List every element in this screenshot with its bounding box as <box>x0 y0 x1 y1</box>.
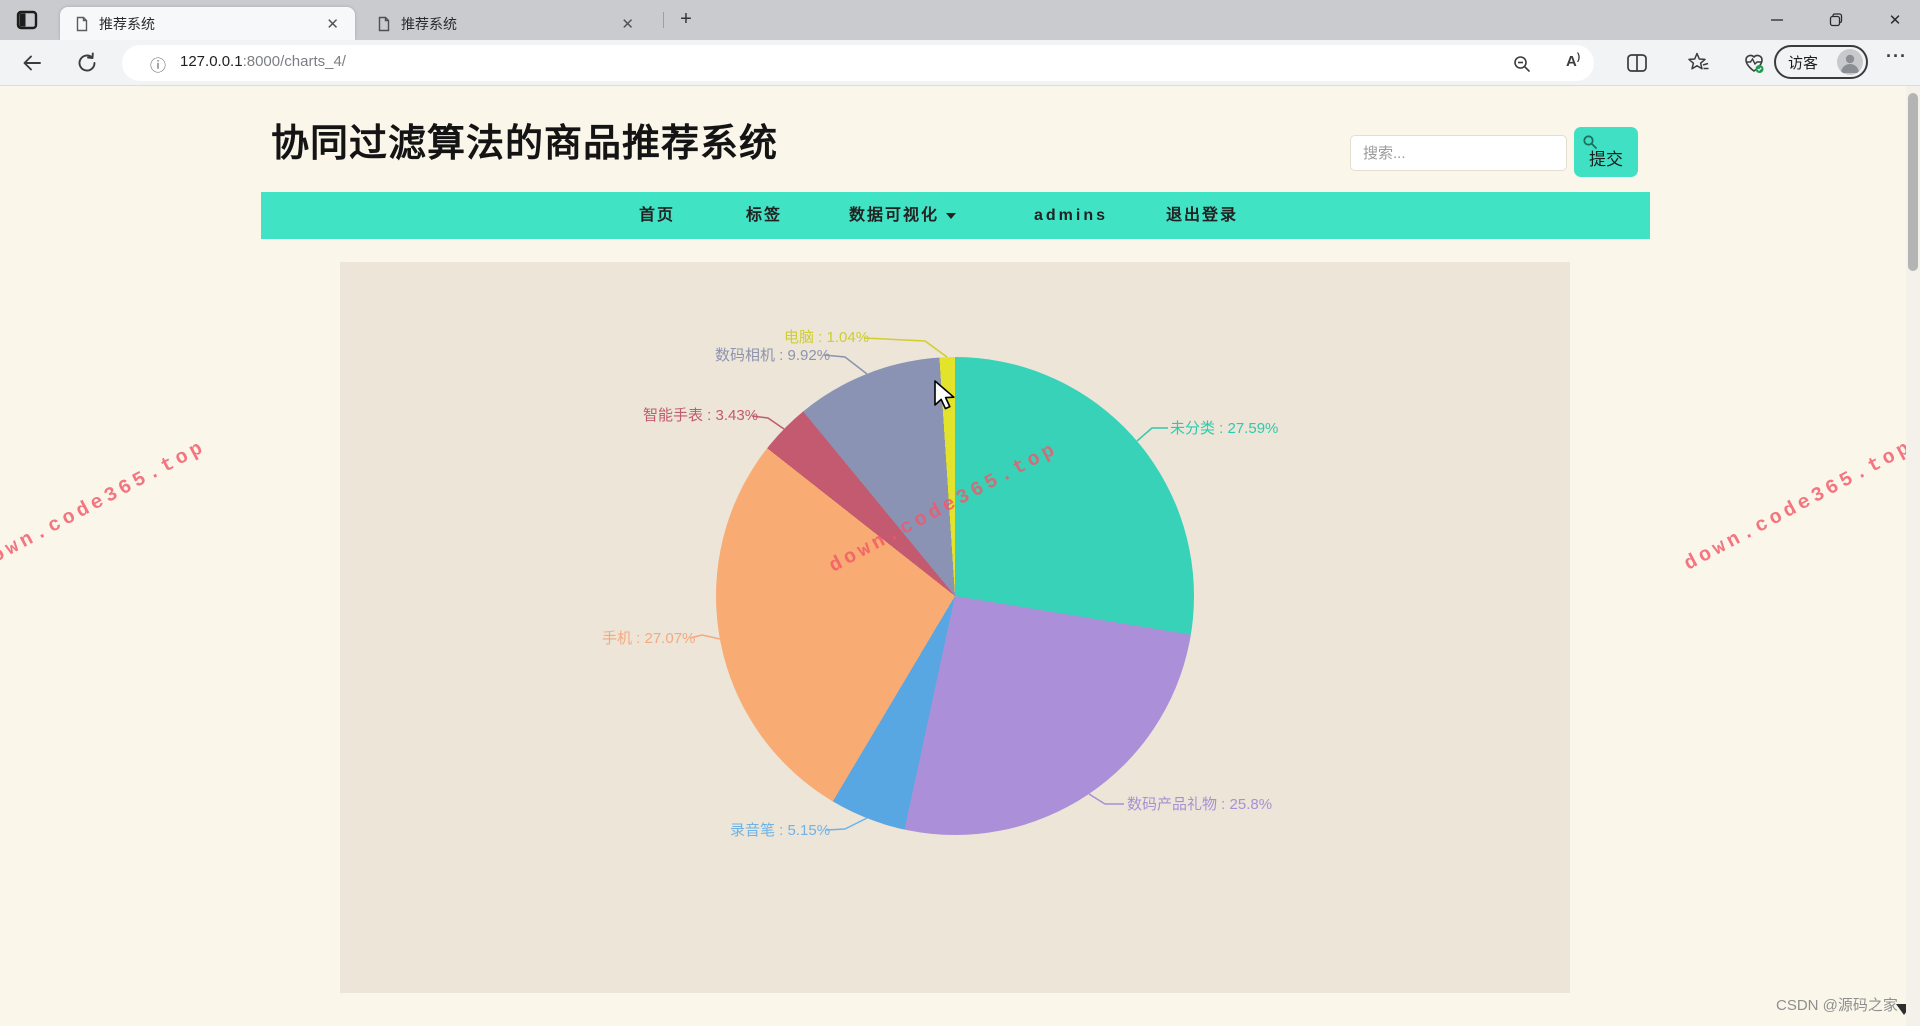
nav-item-home[interactable]: 首页 <box>639 192 675 239</box>
browser-titlebar: 推荐系统 ✕ 推荐系统 ✕ + ✕ <box>0 0 1920 40</box>
scrollbar-track[interactable] <box>1906 86 1920 1026</box>
tab-divider <box>663 12 664 28</box>
page-favicon-icon <box>74 16 90 32</box>
restore-icon <box>1829 13 1843 27</box>
tab-workspaces-icon[interactable] <box>16 9 38 31</box>
zoom-out-icon[interactable] <box>1512 54 1532 74</box>
nav-item-tags[interactable]: 标签 <box>746 192 782 239</box>
search-input[interactable] <box>1350 135 1567 171</box>
main-navbar: 首页 标签 数据可视化 admins 退出登录 <box>261 192 1650 239</box>
csdn-credit: CSDN @源码之家 <box>1776 994 1898 1015</box>
site-info-icon[interactable]: ⓘ <box>150 52 166 76</box>
window-minimize-button[interactable] <box>1754 0 1800 40</box>
read-aloud-icon[interactable]: A) <box>1566 52 1580 70</box>
pie-label-uncategorized: 未分类 : 27.59% <box>1170 417 1278 438</box>
favorites-star-icon[interactable] <box>1686 51 1710 75</box>
page-title: 协同过滤算法的商品推荐系统 <box>271 112 778 167</box>
tab-title: 推荐系统 <box>401 14 615 34</box>
nav-item-label: 数据可视化 <box>849 207 939 224</box>
browser-essentials-icon[interactable] <box>1742 51 1766 75</box>
profile-button[interactable]: 访客 <box>1774 45 1868 79</box>
watermark-right: down.code365.top <box>1681 436 1918 577</box>
url-host: 127.0.0.1 <box>180 53 243 70</box>
nav-item-admins[interactable]: admins <box>1034 192 1108 239</box>
pie-label-voice-recorder: 录音笔 : 5.15% <box>730 819 830 840</box>
minimize-icon <box>1770 13 1784 27</box>
webpage-content: 协同过滤算法的商品推荐系统 提交 首页 标签 数据可视化 admins 退出登录… <box>0 86 1920 1026</box>
scrollbar-thumb[interactable] <box>1908 93 1918 271</box>
search-icon <box>1582 134 1598 150</box>
refresh-icon[interactable] <box>76 52 98 74</box>
pie-label-phone: 手机 : 27.07% <box>602 627 695 648</box>
split-screen-icon[interactable] <box>1626 52 1648 74</box>
pie-label-computer: 电脑 : 1.04% <box>784 326 869 347</box>
tab-recommend-system-2[interactable]: 推荐系统 ✕ <box>362 7 650 40</box>
pie-label-digital-gifts: 数码产品礼物 : 25.8% <box>1127 793 1272 814</box>
screen: { "browser": { "tabs": [ { "title": "推荐系… <box>0 0 1920 1026</box>
tab-close-icon[interactable]: ✕ <box>615 15 640 33</box>
page-favicon-icon <box>376 16 392 32</box>
submit-label: 提交 <box>1589 150 1623 169</box>
address-bar[interactable]: ⓘ 127.0.0.1:8000/charts_4/ A) <box>122 45 1594 81</box>
pie-chart-container: 未分类 : 27.59% 数码产品礼物 : 25.8% 录音笔 : 5.15% … <box>340 262 1570 993</box>
nav-item-data-visualization[interactable]: 数据可视化 <box>849 192 956 239</box>
browser-toolbar: ⓘ 127.0.0.1:8000/charts_4/ A) 访客 ··· <box>0 40 1920 86</box>
watermark-left: down.code365.top <box>0 436 210 577</box>
mouse-cursor <box>933 380 959 410</box>
submit-button[interactable]: 提交 <box>1574 127 1638 177</box>
window-close-button[interactable]: ✕ <box>1872 0 1918 40</box>
tab-close-icon[interactable]: ✕ <box>320 15 345 33</box>
guest-label: 访客 <box>1788 52 1818 73</box>
tab-recommend-system-1[interactable]: 推荐系统 ✕ <box>60 7 355 40</box>
nav-item-logout[interactable]: 退出登录 <box>1166 192 1238 239</box>
pie-label-digital-camera: 数码相机 : 9.92% <box>715 344 830 365</box>
settings-menu-icon[interactable]: ··· <box>1886 46 1907 67</box>
window-restore-button[interactable] <box>1813 0 1859 40</box>
new-tab-button[interactable]: + <box>672 6 700 34</box>
tab-title: 推荐系统 <box>99 14 320 34</box>
back-icon[interactable] <box>20 51 44 75</box>
pie-label-smartwatch: 智能手表 : 3.43% <box>643 404 758 425</box>
chevron-down-icon <box>946 213 956 219</box>
pie-chart[interactable] <box>716 357 1194 835</box>
avatar <box>1837 49 1863 75</box>
url-path: :8000/charts_4/ <box>243 53 346 70</box>
url-text[interactable]: 127.0.0.1:8000/charts_4/ <box>180 53 346 70</box>
